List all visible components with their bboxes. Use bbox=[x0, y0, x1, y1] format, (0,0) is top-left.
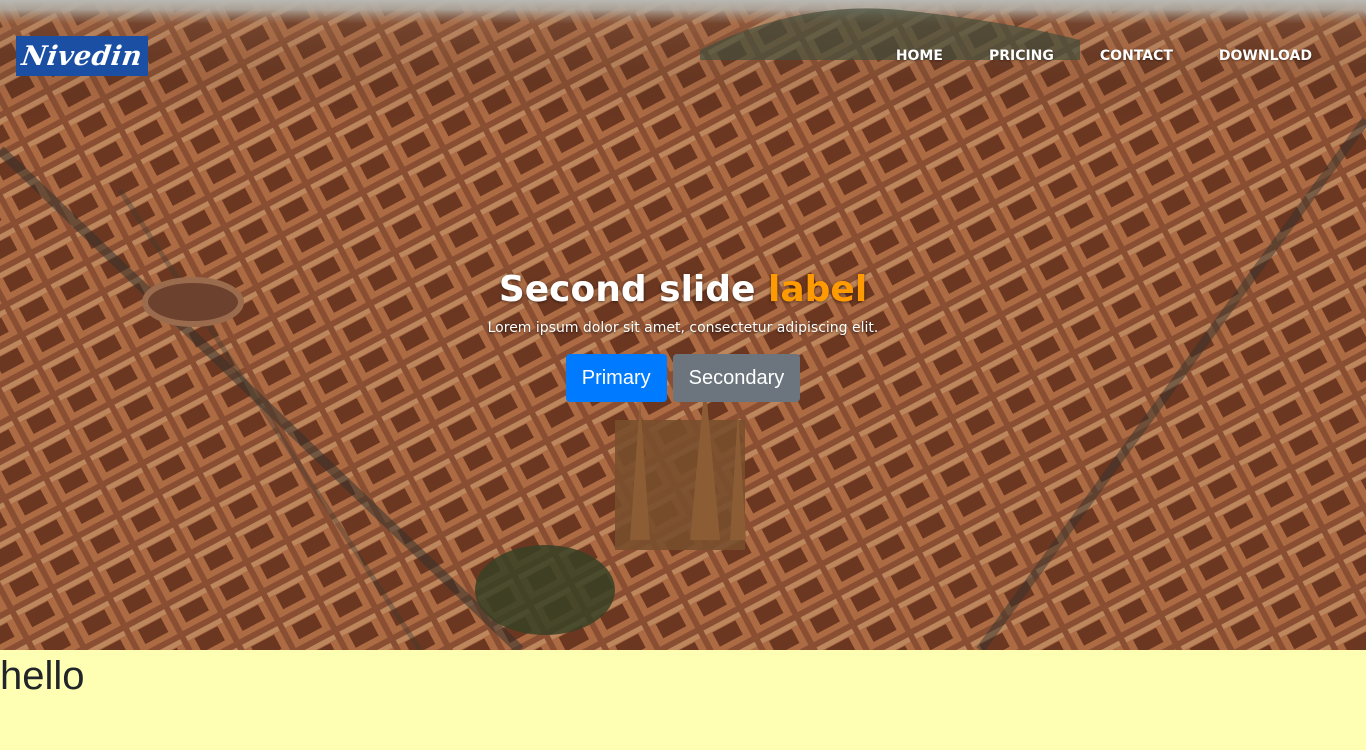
nav-link-home[interactable]: HOME bbox=[896, 46, 943, 66]
slide-buttons: Primary Secondary bbox=[0, 354, 1366, 402]
navbar: Nivedin HOME PRICING CONTACT DOWNLOAD bbox=[0, 0, 1366, 112]
secondary-button[interactable]: Secondary bbox=[672, 354, 801, 402]
primary-button[interactable]: Primary bbox=[565, 354, 667, 402]
brand-logo[interactable]: Nivedin bbox=[16, 36, 148, 76]
nav-link-contact[interactable]: CONTACT bbox=[1100, 46, 1173, 66]
slide-title-accent: label bbox=[768, 269, 868, 310]
content-section: hello bbox=[0, 650, 1366, 750]
nav-menu: HOME PRICING CONTACT DOWNLOAD bbox=[896, 46, 1312, 66]
nav-link-download[interactable]: DOWNLOAD bbox=[1219, 46, 1312, 66]
carousel-caption: Second slide label Lorem ipsum dolor sit… bbox=[0, 266, 1366, 402]
section-heading: hello bbox=[0, 654, 85, 698]
hero-carousel-slide: Nivedin HOME PRICING CONTACT DOWNLOAD Se… bbox=[0, 0, 1366, 650]
nav-link-pricing[interactable]: PRICING bbox=[989, 46, 1054, 66]
slide-title: Second slide label bbox=[0, 266, 1366, 314]
slide-subtitle: Lorem ipsum dolor sit amet, consectetur … bbox=[487, 320, 879, 336]
brand-logo-text: Nivedin bbox=[19, 40, 145, 72]
slide-title-main: Second slide bbox=[498, 269, 756, 310]
